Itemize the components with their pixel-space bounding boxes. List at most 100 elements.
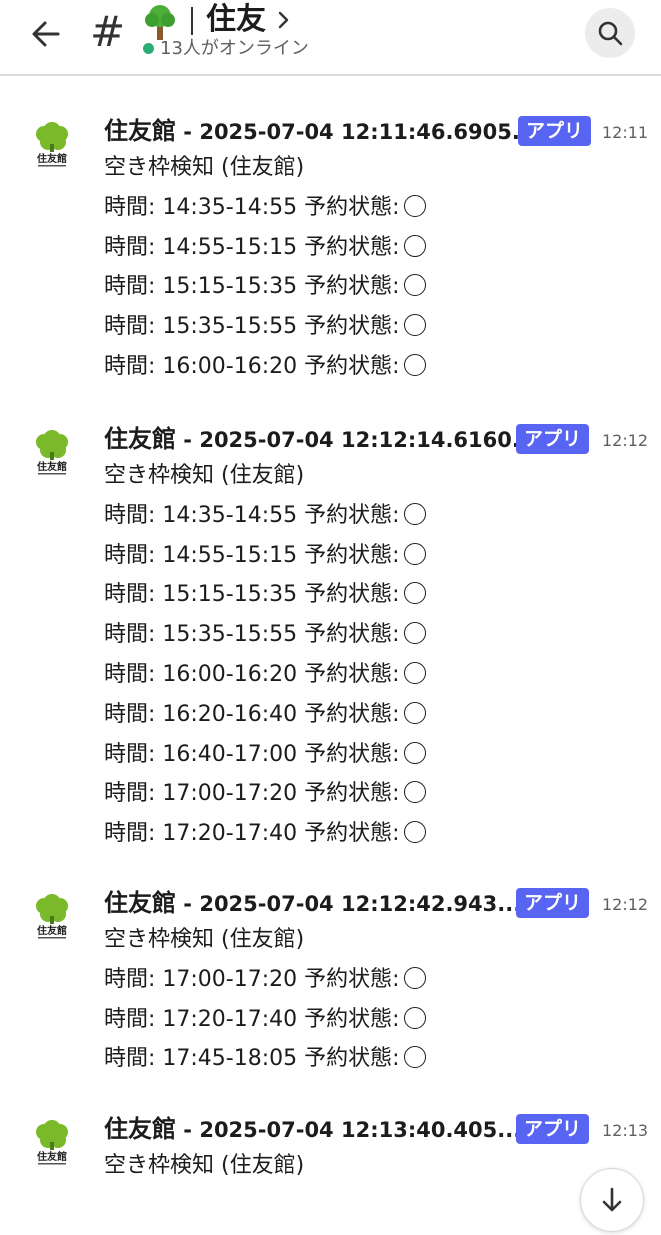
slot-text: 時間: 15:35-15:55 予約状態: xyxy=(104,314,400,340)
slot-line: 時間: 15:15-15:35 予約状態: xyxy=(104,580,426,610)
slot-line: 時間: 14:35-14:55 予約状態: xyxy=(104,193,426,223)
avatar-label: 住友館 xyxy=(37,152,67,165)
slot-text: 時間: 17:20-17:40 予約状態: xyxy=(104,821,400,847)
slot-line: 時間: 17:20-17:40 予約状態: xyxy=(104,819,426,849)
available-circle-icon xyxy=(403,662,426,684)
message-item[interactable]: 住友館 住友館 - 2025-07-04 12:13:40.405... アプリ 12… xyxy=(0,1114,661,1204)
slot-line: 時間: 17:45-18:05 予約状態: xyxy=(104,1044,426,1074)
message-timestamp: 12:13 xyxy=(602,1121,649,1140)
slot-text: 時間: 15:15-15:35 予約状態: xyxy=(104,274,400,300)
message-sender[interactable]: 住友館 - 2025-07-04 12:13:40.405... xyxy=(104,1114,521,1145)
available-circle-icon xyxy=(403,502,426,525)
message-subject: - 2025-07-04 12:12:14.6160... xyxy=(176,428,536,452)
available-circle-icon xyxy=(403,542,426,565)
message-title: 空き枠検知 (住友館) xyxy=(104,463,305,488)
slot-text: 時間: 14:55-15:15 予約状態: xyxy=(104,542,400,568)
slot-line: 時間: 16:40-17:00 予約状態: xyxy=(104,740,426,770)
slot-line: 時間: 15:35-15:55 予約状態: xyxy=(104,620,426,650)
app-badge: アプリ xyxy=(516,1114,590,1144)
available-circle-icon xyxy=(403,741,426,764)
slot-text: 時間: 17:20-17:40 予約状態: xyxy=(104,1006,400,1032)
search-button[interactable] xyxy=(585,8,635,58)
available-circle-icon xyxy=(403,234,426,257)
app-avatar[interactable]: 住友館 xyxy=(30,1120,74,1168)
channel-hash-icon: # xyxy=(90,7,126,56)
channel-header: # 住友 13人がオンライン xyxy=(0,0,661,76)
slot-line: 時間: 14:55-15:15 予約状態: xyxy=(104,233,426,263)
message-timestamp: 12:12 xyxy=(602,431,649,450)
sumitomo-logo-icon: 住友館 xyxy=(36,430,68,475)
arrow-left-icon xyxy=(32,21,60,47)
slot-line: 時間: 17:00-17:20 予約状態: xyxy=(104,779,426,809)
channel-title[interactable]: 住友 xyxy=(206,0,266,40)
slot-line: 時間: 17:20-17:40 予約状態: xyxy=(104,1005,426,1035)
slot-line: 時間: 14:35-14:55 予約状態: xyxy=(104,501,426,531)
message-title: 空き枠検知 (住友館) xyxy=(104,927,305,952)
message-item[interactable]: 住友館 住友館 - 2025-07-04 12:12:42.943... アプリ 12… xyxy=(0,888,661,1114)
sender-name: 住友館 xyxy=(104,1115,176,1143)
app-badge: アプリ xyxy=(518,116,592,146)
available-circle-icon xyxy=(403,622,426,645)
app-avatar[interactable]: 住友館 xyxy=(30,430,74,478)
app-avatar[interactable]: 住友館 xyxy=(30,894,74,942)
sumitomo-logo-icon: 住友館 xyxy=(36,122,68,167)
slot-line: 時間: 16:00-16:20 予約状態: xyxy=(104,352,426,382)
avatar-label: 住友館 xyxy=(37,924,67,937)
sumitomo-logo-icon: 住友館 xyxy=(36,1120,68,1165)
slot-line: 時間: 17:00-17:20 予約状態: xyxy=(104,965,426,995)
available-circle-icon xyxy=(403,582,426,605)
slot-text: 時間: 16:00-16:20 予約状態: xyxy=(104,662,400,687)
avatar-label: 住友館 xyxy=(37,460,67,473)
app-badge: アプリ xyxy=(516,424,590,454)
available-circle-icon xyxy=(403,821,426,844)
slot-text: 時間: 14:35-14:55 予約状態: xyxy=(104,194,400,220)
slot-line: 時間: 16:20-16:40 予約状態: xyxy=(104,700,426,730)
message-item[interactable]: 住友館 住友館 - 2025-07-04 12:12:14.6160... アプリ 1… xyxy=(0,424,661,888)
slot-line: 時間: 16:00-16:20 予約状態: xyxy=(104,660,426,690)
online-status-dot xyxy=(143,43,154,54)
chevron-right-icon[interactable] xyxy=(276,10,292,30)
message-title: 空き枠検知 (住友館) xyxy=(104,155,305,180)
app-badge: アプリ xyxy=(516,888,590,918)
sender-name: 住友館 xyxy=(104,425,176,453)
message-sender[interactable]: 住友館 - 2025-07-04 12:12:42.943... xyxy=(104,888,521,919)
sender-name: 住友館 xyxy=(104,117,176,145)
back-button[interactable] xyxy=(26,14,66,54)
message-subject: - 2025-07-04 12:12:42.943... xyxy=(176,892,522,916)
sender-name: 住友館 xyxy=(104,889,176,917)
avatar-label: 住友館 xyxy=(37,1150,67,1163)
message-subject: - 2025-07-04 12:11:46.6905... xyxy=(176,120,536,144)
slot-text: 時間: 16:20-16:40 予約状態: xyxy=(104,701,400,727)
message-timestamp: 12:11 xyxy=(602,123,649,142)
message-item[interactable]: 住友館 住友館 - 2025-07-04 12:11:46.6905... アプリ 1… xyxy=(0,116,661,424)
app-avatar[interactable]: 住友館 xyxy=(30,122,74,170)
message-sender[interactable]: 住友館 - 2025-07-04 12:12:14.6160... xyxy=(104,424,536,455)
available-circle-icon xyxy=(403,1006,426,1029)
slot-text: 時間: 15:15-15:35 予約状態: xyxy=(104,582,400,608)
available-circle-icon xyxy=(403,354,426,376)
slot-text: 時間: 17:00-17:20 予約状態: xyxy=(104,781,400,807)
message-title: 空き枠検知 (住友館) xyxy=(104,1153,305,1178)
available-circle-icon xyxy=(403,1046,426,1069)
slot-text: 時間: 17:45-18:05 予約状態: xyxy=(104,1046,400,1072)
message-timestamp: 12:12 xyxy=(602,895,649,914)
slot-text: 時間: 15:35-15:55 予約状態: xyxy=(104,622,400,648)
available-circle-icon xyxy=(403,781,426,804)
slot-text: 時間: 16:40-17:00 予約状態: xyxy=(104,741,400,767)
slot-text: 時間: 14:35-14:55 予約状態: xyxy=(104,502,400,528)
slot-line: 時間: 15:35-15:55 予約状態: xyxy=(104,312,426,342)
message-sender[interactable]: 住友館 - 2025-07-04 12:11:46.6905... xyxy=(104,116,536,147)
slot-line: 時間: 14:55-15:15 予約状態: xyxy=(104,541,426,571)
slot-line: 時間: 15:15-15:35 予約状態: xyxy=(104,272,426,302)
slot-text: 時間: 16:00-16:20 予約状態: xyxy=(104,354,400,379)
scroll-to-bottom-button[interactable] xyxy=(580,1168,644,1232)
available-circle-icon xyxy=(403,966,426,989)
sumitomo-logo-icon: 住友館 xyxy=(36,894,68,939)
available-circle-icon xyxy=(403,194,426,217)
slot-text: 時間: 14:55-15:15 予約状態: xyxy=(104,234,400,260)
available-circle-icon xyxy=(403,701,426,724)
arrow-down-icon xyxy=(602,1187,622,1212)
available-circle-icon xyxy=(403,314,426,337)
message-subject: - 2025-07-04 12:13:40.405... xyxy=(176,1118,522,1142)
message-feed: 住友館 住友館 - 2025-07-04 12:11:46.6905... アプリ 1… xyxy=(0,78,661,1200)
